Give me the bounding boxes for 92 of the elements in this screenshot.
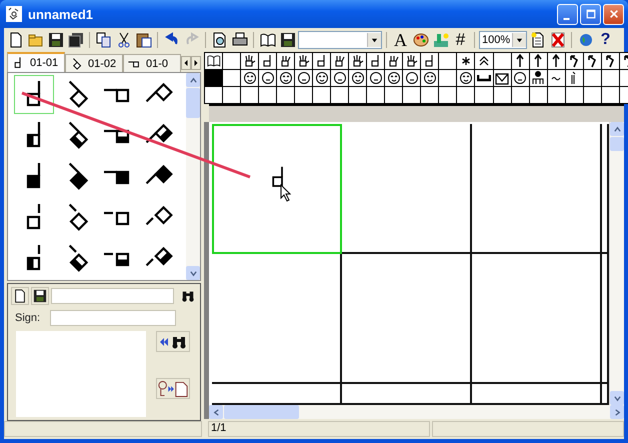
page-indicator: 1/1 <box>208 421 430 437</box>
hand-symbol-icon[interactable] <box>332 54 347 68</box>
hand-symbol-icon[interactable] <box>404 54 419 68</box>
cut-icon <box>116 32 132 48</box>
sign-label: Sign: <box>15 312 40 324</box>
print-icon <box>232 32 248 48</box>
copy-icon <box>96 32 112 48</box>
face-symbol-icon[interactable] <box>368 71 383 85</box>
maximize-button[interactable] <box>580 4 601 24</box>
delete-icon <box>550 32 566 48</box>
hand-symbol-icon[interactable] <box>386 54 401 68</box>
sign-to-document-button[interactable] <box>156 378 190 399</box>
save-button[interactable] <box>278 30 297 50</box>
scroll-left-button[interactable] <box>181 56 191 70</box>
face-symbol-icon[interactable] <box>458 71 473 85</box>
save-all-icon <box>68 32 84 48</box>
paste-icon <box>136 32 152 48</box>
save-icon <box>48 32 64 48</box>
document-icon <box>530 32 546 48</box>
minimize-icon <box>562 18 570 20</box>
face-symbol-icon[interactable] <box>422 71 437 85</box>
save-icon <box>280 32 296 48</box>
close-button[interactable] <box>603 4 624 24</box>
canvas-cell[interactable] <box>472 124 602 254</box>
canvas-cell[interactable] <box>472 254 602 384</box>
hand-symbol-icon[interactable] <box>296 54 311 68</box>
dropdown-arrow-icon <box>516 36 523 44</box>
print-preview-icon <box>212 32 228 48</box>
face-symbol-icon[interactable] <box>314 71 329 85</box>
maximize-icon <box>586 9 596 19</box>
hand-symbol-icon[interactable] <box>350 54 365 68</box>
hand-symbol-icon <box>70 58 82 70</box>
help-button[interactable]: ? <box>596 30 615 50</box>
tab[interactable]: 01-0 <box>123 54 181 72</box>
close-icon <box>608 9 618 19</box>
save-button[interactable] <box>46 30 65 50</box>
right-arrow-icon <box>193 60 199 66</box>
find-previous-button[interactable] <box>156 331 190 352</box>
book-symbol-icon[interactable] <box>206 54 221 68</box>
left-arrow-icon <box>183 60 189 66</box>
vertical-scrollbar[interactable] <box>186 73 200 280</box>
canvas-cell[interactable] <box>342 124 472 254</box>
window-title: unnamed1 <box>28 6 94 22</box>
mouse-pointer-icon <box>280 184 292 202</box>
book-icon <box>260 32 276 48</box>
new-sign-button[interactable] <box>11 287 29 305</box>
filled-symbol-cell[interactable] <box>204 70 223 86</box>
zoom-dropdown[interactable]: 100% <box>479 31 527 49</box>
scroll-thumb[interactable] <box>610 137 624 151</box>
sign-field[interactable] <box>50 310 176 326</box>
face-symbol-icon[interactable] <box>260 71 275 85</box>
tab[interactable]: 01-01 <box>7 52 65 72</box>
vertical-scrollbar[interactable] <box>609 122 624 405</box>
face-symbol-icon[interactable] <box>513 71 528 85</box>
font-button[interactable]: A <box>391 30 410 50</box>
globe-icon <box>578 32 594 48</box>
hand-symbol-icon[interactable] <box>242 54 257 68</box>
search-field[interactable] <box>51 288 174 304</box>
horizontal-scrollbar[interactable] <box>209 405 624 419</box>
dropdown-arrow-icon <box>371 36 378 44</box>
scroll-right-button[interactable] <box>191 56 201 70</box>
canvas-cell[interactable] <box>212 124 342 254</box>
minimize-button[interactable] <box>557 4 578 24</box>
binoculars-icon <box>181 289 195 303</box>
face-symbol-icon[interactable] <box>296 71 311 85</box>
face-symbol-icon[interactable] <box>278 71 293 85</box>
image-icon <box>432 32 448 48</box>
face-symbol-icon[interactable] <box>350 71 365 85</box>
person-symbol-icon[interactable] <box>531 71 546 85</box>
hand-symbol-icon[interactable] <box>278 54 293 68</box>
canvas-cell[interactable] <box>212 254 342 384</box>
scroll-thumb[interactable] <box>224 405 299 419</box>
scroll-thumb[interactable] <box>186 88 200 118</box>
canvas-cell[interactable] <box>342 254 472 384</box>
face-symbol-icon[interactable] <box>404 71 419 85</box>
save-sign-button[interactable] <box>31 287 49 305</box>
sign-to-document-icon <box>157 380 189 398</box>
app-icon <box>6 6 22 22</box>
save-icon <box>33 289 47 303</box>
save-all-button[interactable] <box>66 30 85 50</box>
palette-icon <box>412 32 428 48</box>
open-folder-icon <box>28 32 44 48</box>
new-file-icon <box>13 289 27 303</box>
box-symbol-icon[interactable] <box>495 71 510 85</box>
face-symbol-icon[interactable] <box>386 71 401 85</box>
symbol-tile[interactable] <box>14 75 54 114</box>
tab[interactable]: 01-02 <box>65 54 123 72</box>
face-symbol-icon[interactable] <box>332 71 347 85</box>
new-file-icon <box>8 32 24 48</box>
face-symbol-icon[interactable] <box>242 71 257 85</box>
grid-button[interactable]: # <box>451 30 470 50</box>
copy-button[interactable] <box>94 30 113 50</box>
